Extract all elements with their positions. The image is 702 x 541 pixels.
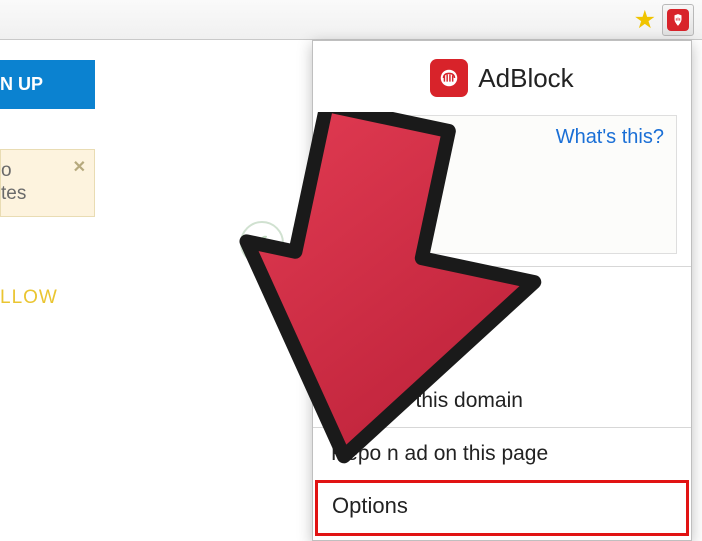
menu-options-highlighted[interactable]: Options [315, 480, 689, 536]
show-checkbox[interactable] [340, 216, 360, 236]
notice-card-fragment: ✕ o tes [0, 149, 95, 217]
menu-section-2: Repo n ad on this page [313, 427, 691, 480]
menu-block[interactable]: Block a [313, 311, 691, 347]
adblock-icon [667, 9, 689, 31]
menu-section-1: Pause A Block a Don't ru Don't r n this … [313, 266, 691, 427]
whats-this-link[interactable]: What's this? [556, 126, 664, 149]
follow-label-fragment: LLOW [0, 287, 95, 309]
page-count: 7 [340, 151, 351, 173]
watermark-badge-icon: ✔ [240, 221, 284, 265]
popup-title: AdBlock [478, 63, 573, 94]
browser-toolbar: ★ [0, 0, 702, 40]
signup-button-fragment[interactable]: N UP [0, 60, 95, 109]
left-partial-content: N UP ✕ o tes LLOW [0, 60, 95, 309]
bookmark-star-icon[interactable]: ★ [634, 8, 656, 33]
show-label: Show [370, 213, 425, 239]
adblock-popup: AdBlock Blocked ads: What's this? 7 on t… [312, 40, 692, 541]
total-count: 14 [340, 176, 362, 198]
show-row: Show [340, 213, 664, 239]
stat-total: 14 in total [340, 176, 664, 199]
popup-header: AdBlock [313, 41, 691, 111]
menu-pause[interactable]: Pause A [313, 275, 691, 311]
stat-page: 7 on this pa [340, 151, 664, 174]
menu-dont-run[interactable]: Don't ru [313, 347, 691, 383]
page-suffix: on this pa [357, 151, 444, 173]
close-icon[interactable]: ✕ [73, 158, 86, 177]
toolbar-right-group: ★ [634, 4, 694, 36]
blocked-ads-label: Blocked ads: [340, 126, 455, 149]
adblock-logo-icon [430, 59, 468, 97]
adblock-extension-button[interactable] [662, 4, 694, 36]
menu-report[interactable]: Repo n ad on this page [313, 436, 691, 472]
notice-line: tes [1, 183, 86, 206]
stats-box: Blocked ads: What's this? 7 on this pa 1… [327, 115, 677, 254]
total-suffix: in total [368, 176, 427, 198]
menu-dont-domain[interactable]: Don't r n this domain [313, 383, 691, 419]
